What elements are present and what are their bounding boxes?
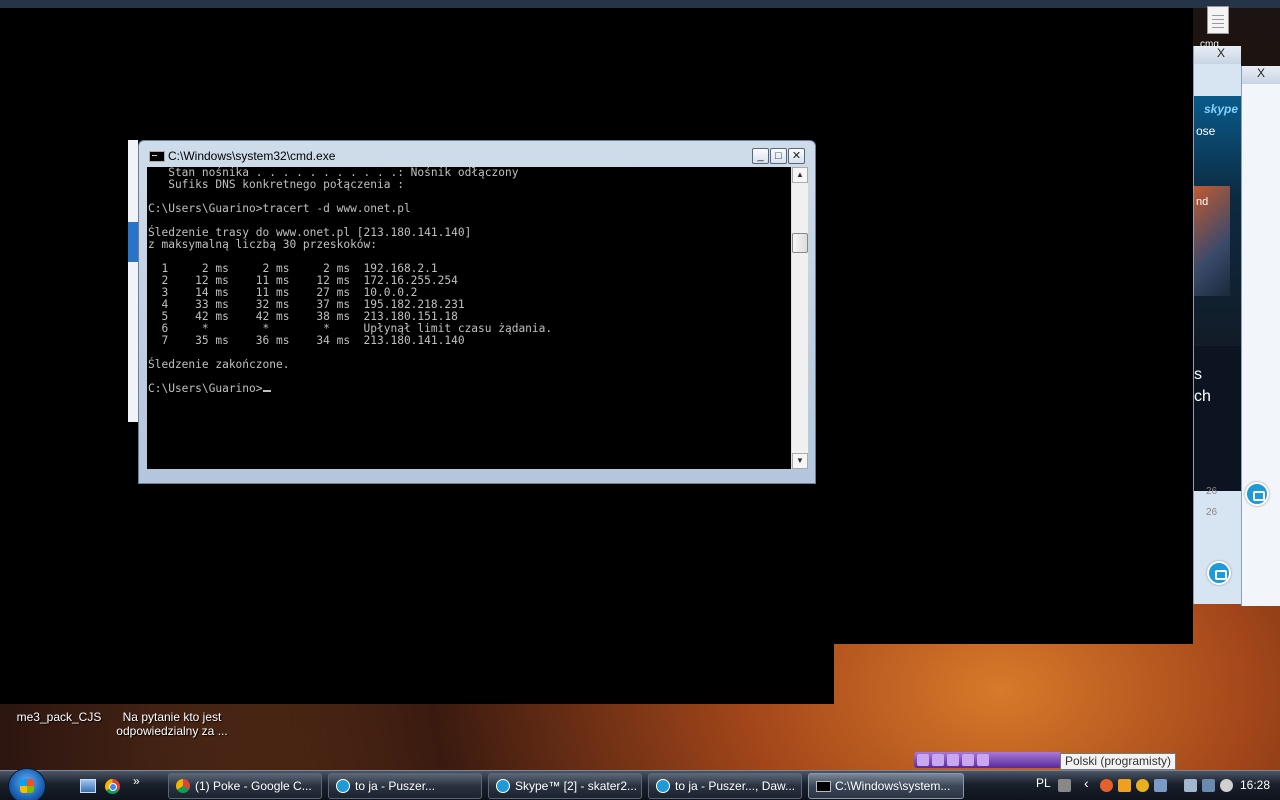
taskbar-button-chrome[interactable]: (1) Poke - Google C... (168, 773, 322, 799)
skype-icon (656, 779, 670, 793)
clock[interactable]: 16:28 (1240, 778, 1270, 792)
chrome-icon[interactable] (105, 779, 120, 794)
skype-chat-icon[interactable] (1245, 482, 1269, 506)
window-title: C:\Windows\system32\cmd.exe (168, 149, 336, 163)
taskbar-button-label: C:\Windows\system... (835, 779, 951, 793)
skype-icon (336, 779, 350, 793)
desktop-icon-label[interactable]: me3_pack_CJS (14, 710, 104, 724)
taskbar-button-skype-chat[interactable]: to ja - Puszer... (328, 773, 482, 799)
banner-text-fragment: nd (1196, 196, 1209, 208)
tray-expand-arrow-icon[interactable]: ‹ (1084, 775, 1089, 791)
quick-launch-more[interactable]: » (133, 774, 149, 788)
skype-icon (496, 779, 510, 793)
taskbar-button-skype[interactable]: Skype™ [2] - skater2... (488, 773, 642, 799)
play-icon[interactable] (917, 754, 929, 766)
background-skype-window[interactable]: X skype nd s ch ose 26 26 (1193, 46, 1242, 604)
taskbar-button-label: (1) Poke - Google C... (195, 779, 312, 793)
console-window[interactable]: C:\Windows\system32\cmd.exe _ □ ✕ Stan n… (138, 140, 816, 484)
taskbar-button-cmd[interactable]: C:\Windows\system... (808, 773, 964, 799)
cmd-icon (816, 781, 831, 792)
avast-icon[interactable] (1100, 779, 1113, 792)
close-button[interactable]: X (1194, 46, 1241, 64)
minimize-button[interactable]: _ (752, 148, 769, 164)
updater-icon[interactable] (1136, 779, 1149, 792)
taskbar-button-label: Skype™ [2] - skater2... (515, 779, 638, 793)
keyboard-icon[interactable] (1058, 779, 1071, 792)
selection-highlight (128, 222, 138, 262)
console-icon[interactable] (149, 151, 165, 162)
console-text: Stan nośnika . . . . . . . . . . .: Nośn… (148, 167, 553, 395)
scroll-up-arrow-icon[interactable]: ▲ (792, 167, 808, 183)
previous-icon[interactable] (962, 754, 974, 766)
scroll-thumb[interactable] (792, 233, 808, 253)
close-button[interactable]: ✕ (788, 148, 805, 164)
blank-overlay-lower (0, 644, 834, 704)
pause-icon[interactable] (932, 754, 944, 766)
network-icon[interactable] (1154, 779, 1167, 792)
ad-text-fragment: ch (1194, 388, 1211, 405)
timestamp-fragment: 26 (1206, 507, 1218, 518)
desktop-icon-label[interactable]: Na pytanie kto jest odpowiedzialny za ..… (112, 710, 232, 738)
stop-icon[interactable] (947, 754, 959, 766)
monitor-icon[interactable] (1202, 779, 1215, 792)
close-button[interactable]: X (1242, 66, 1280, 84)
taskbar-button-label: to ja - Puszer..., Daw... (675, 779, 796, 793)
ad-text-fragment: s (1194, 366, 1202, 383)
taskbar-button-skype-chat-2[interactable]: to ja - Puszer..., Daw... (648, 773, 802, 799)
language-tooltip: Polski (programisty) (1060, 753, 1177, 770)
language-indicator[interactable]: PL (1036, 776, 1051, 790)
chrome-icon (176, 779, 190, 793)
ad-panel: s ch (1194, 346, 1242, 491)
top-desktop-strip (0, 0, 1280, 8)
skype-chat-icon[interactable] (1207, 561, 1231, 585)
media-mini-player[interactable] (914, 752, 1062, 768)
scroll-down-arrow-icon[interactable]: ▼ (792, 453, 808, 469)
console-titlebar[interactable]: C:\Windows\system32\cmd.exe _ □ ✕ (139, 141, 815, 169)
device-icon[interactable] (1184, 779, 1197, 792)
show-desktop-icon[interactable] (80, 779, 96, 793)
app-tray-icon[interactable] (1118, 779, 1131, 792)
file-icon[interactable] (1207, 6, 1229, 34)
banner-heading-fragment: ose (1196, 124, 1216, 138)
background-window-edge (128, 140, 138, 422)
background-chat-window[interactable]: X (1241, 66, 1280, 606)
text-cursor (262, 390, 271, 392)
start-button[interactable] (8, 768, 46, 800)
next-icon[interactable] (977, 754, 989, 766)
console-output[interactable]: Stan nośnika . . . . . . . . . . .: Nośn… (147, 167, 791, 469)
volume-icon[interactable] (1220, 779, 1233, 792)
timestamp-fragment: 26 (1206, 486, 1218, 497)
taskbar: » (1) Poke - Google C... to ja - Puszer.… (0, 768, 1280, 800)
maximize-button[interactable]: □ (770, 148, 787, 164)
taskbar-button-label: to ja - Puszer... (355, 779, 436, 793)
vertical-scrollbar[interactable]: ▲ ▼ (791, 167, 808, 469)
skype-logo: skype (1203, 102, 1238, 116)
